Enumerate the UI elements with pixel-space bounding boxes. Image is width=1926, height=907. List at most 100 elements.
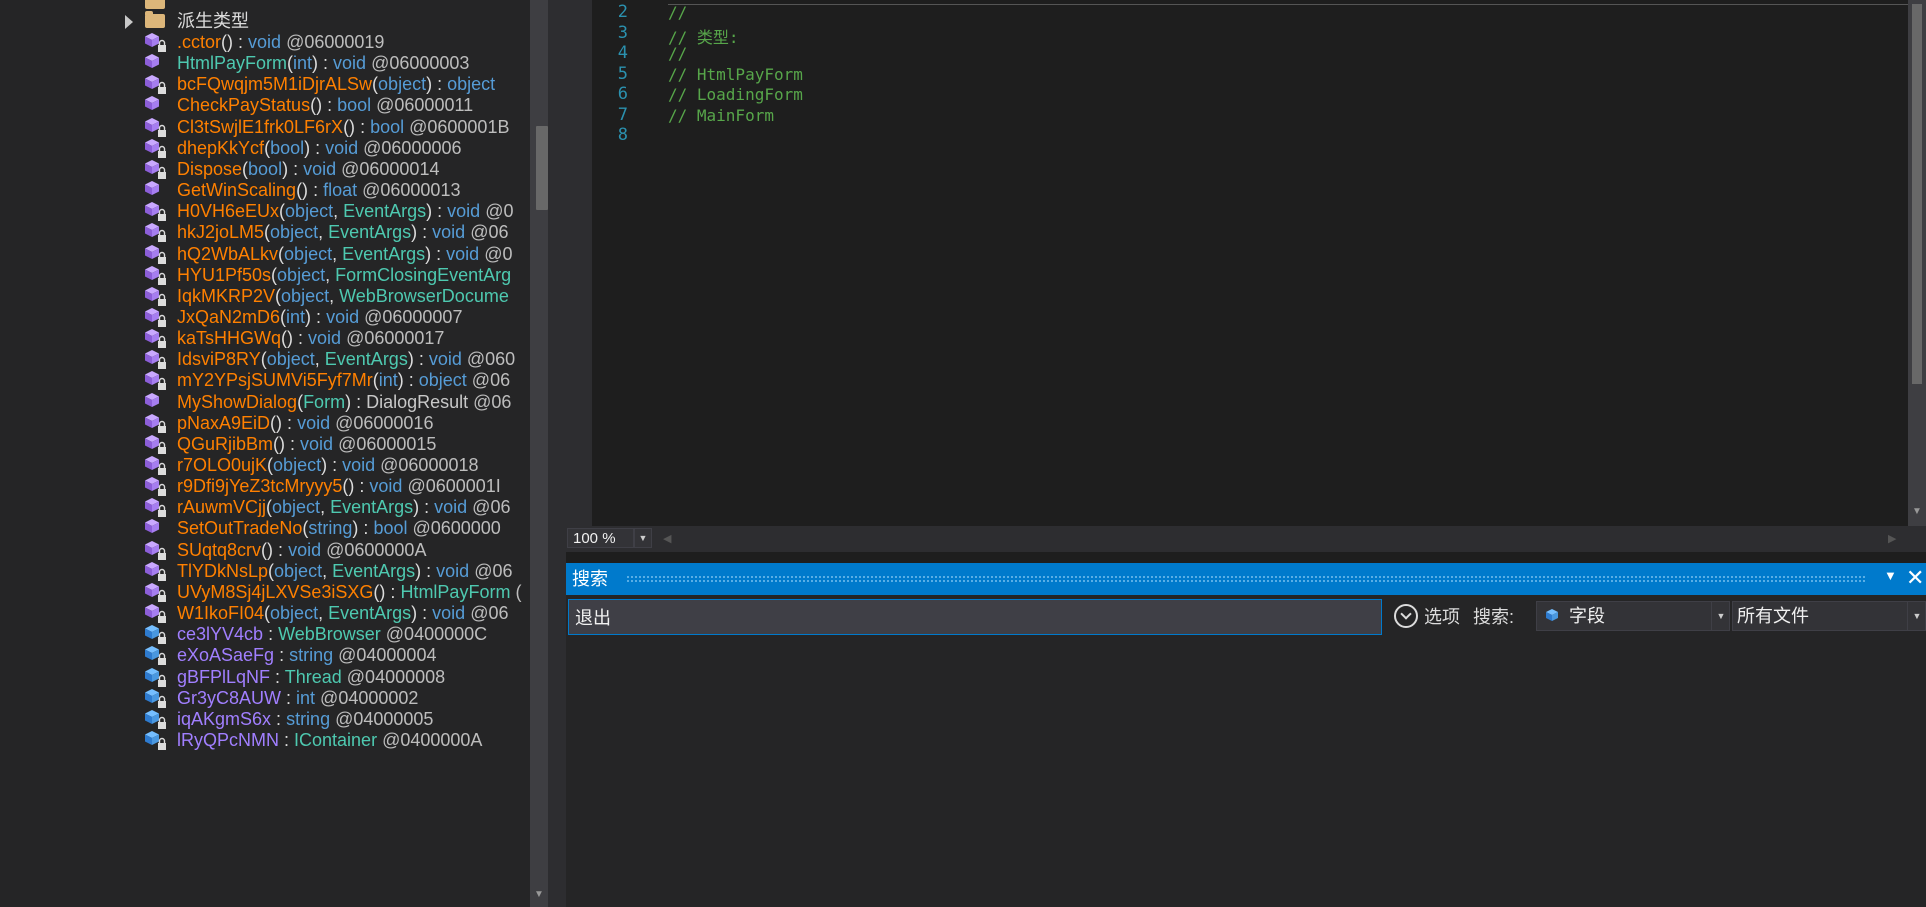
search-kind-select[interactable]: 字段 ▼ bbox=[1536, 601, 1730, 631]
signature-token: () bbox=[343, 116, 356, 137]
member-name: H0VH6eEUx bbox=[177, 201, 280, 222]
signature-token: () bbox=[281, 328, 294, 349]
signature-token: : bbox=[417, 603, 433, 624]
signature-token: , bbox=[332, 243, 343, 264]
member-name: r9Dfi9jYeZ3tcMryyy5 bbox=[177, 476, 343, 497]
signature-token: @06000019 bbox=[281, 32, 385, 52]
signature-token: @06000013 bbox=[357, 180, 461, 201]
member-name: Gr3yC8AUW bbox=[177, 687, 282, 708]
code-comment-line[interactable]: // bbox=[668, 44, 687, 63]
signature-token: : bbox=[417, 222, 433, 243]
signature-token: @06 bbox=[465, 222, 509, 243]
signature-token: @06 bbox=[468, 391, 512, 412]
zoom-level[interactable]: 100 % bbox=[567, 528, 634, 548]
signature-token: object bbox=[418, 370, 467, 391]
scroll-right-icon[interactable]: ▶ bbox=[1888, 532, 1896, 545]
assembly-tree[interactable]: 派生类型 .cctor() : void @06000019 HtmlPayFor… bbox=[0, 0, 533, 907]
signature-token: FormClosingEventArg bbox=[335, 264, 512, 285]
signature-token: , bbox=[318, 603, 329, 624]
member-name: gBFPlLqNF bbox=[177, 666, 271, 687]
signature-token: @06000015 bbox=[333, 433, 437, 454]
chevron-down-icon[interactable]: ▼ bbox=[1907, 602, 1926, 630]
expand-arrow-icon[interactable] bbox=[125, 15, 133, 29]
search-scope-select[interactable]: 所有文件 ▼ bbox=[1732, 601, 1926, 631]
signature-token: : bbox=[432, 74, 448, 95]
signature-token: : bbox=[308, 180, 324, 201]
blue-cube-icon bbox=[144, 730, 168, 752]
signature-token: object bbox=[285, 201, 334, 222]
editor-scrollbar-thumb[interactable] bbox=[1912, 4, 1922, 384]
signature-token: @0600000 bbox=[407, 518, 501, 539]
search-panel: 搜索 ▼ ✕ 选项 搜索: 字段 ▼ 所有文件 ▼ bbox=[566, 563, 1926, 907]
signature-token: object bbox=[274, 560, 323, 581]
dropdown-arrow-icon[interactable]: ▼ bbox=[1884, 568, 1897, 583]
search-results[interactable] bbox=[568, 643, 1924, 907]
signature-token: void bbox=[428, 349, 462, 370]
code-comment-line[interactable]: // HtmlPayForm bbox=[668, 65, 803, 84]
signature-token: int bbox=[286, 306, 306, 327]
signature-token: bool bbox=[373, 518, 408, 539]
signature-token: @0600001I bbox=[402, 476, 501, 497]
signature-token: void bbox=[303, 158, 337, 179]
code-comment-line[interactable]: // LoadingForm bbox=[668, 85, 803, 104]
signature-token: ( bbox=[510, 581, 522, 602]
code-comment-line[interactable]: // bbox=[668, 3, 687, 22]
signature-token: () bbox=[296, 180, 309, 201]
signature-token: void bbox=[248, 32, 282, 52]
search-kind-value: 字段 bbox=[1569, 606, 1605, 626]
tree-field-item[interactable]: lRyQPcNMN : IContainer @0400000A bbox=[0, 727, 530, 753]
signature-token: int bbox=[296, 687, 316, 708]
signature-token: , bbox=[320, 497, 331, 518]
member-name: SetOutTradeNo bbox=[177, 518, 303, 539]
signature-token: , bbox=[325, 264, 336, 285]
signature-token: : bbox=[431, 243, 447, 264]
signature-token: @06000014 bbox=[336, 158, 440, 179]
signature-token: () bbox=[273, 433, 286, 454]
signature-token: void bbox=[446, 243, 480, 264]
signature-token: WebBrowser bbox=[278, 624, 381, 645]
chevron-down-icon[interactable]: ▼ bbox=[1711, 602, 1730, 630]
scroll-down-icon[interactable]: ▼ bbox=[531, 889, 547, 903]
member-name: GetWinScaling bbox=[177, 180, 297, 201]
signature-token: () bbox=[221, 32, 234, 52]
code-comment-line[interactable]: // MainForm bbox=[668, 106, 774, 125]
signature-token: () bbox=[261, 539, 274, 560]
signature-token: : bbox=[288, 158, 304, 179]
signature-token: EventArgs bbox=[332, 560, 416, 581]
signature-token: , bbox=[329, 285, 340, 306]
member-name: r7OLO0ujK bbox=[177, 455, 268, 475]
member-name: UVyM8Sj4jLXVSe3iSXG bbox=[177, 581, 374, 602]
signature-token: bool bbox=[248, 158, 283, 179]
signature-token: : bbox=[318, 53, 334, 74]
search-input[interactable] bbox=[568, 599, 1382, 635]
signature-token: string bbox=[308, 518, 353, 539]
member-name: IqkMKRP2V bbox=[177, 285, 276, 306]
code-editor[interactable]: 2//3// 类型: 4//5// HtmlPayForm 6// LoadingF… bbox=[566, 0, 1926, 526]
signature-token: @04000005 bbox=[330, 708, 434, 729]
signature-token: @06000018 bbox=[375, 455, 479, 475]
search-title-bar[interactable]: 搜索 ▼ ✕ bbox=[566, 563, 1926, 595]
signature-token: , bbox=[322, 560, 333, 581]
signature-token: object bbox=[281, 285, 330, 306]
signature-token: : bbox=[293, 328, 309, 349]
line-number: 3 bbox=[617, 22, 628, 43]
signature-token: @0400000C bbox=[380, 624, 488, 645]
member-name: HtmlPayForm bbox=[177, 53, 288, 74]
signature-token: @06000016 bbox=[330, 412, 434, 433]
signature-token: : bbox=[432, 201, 448, 222]
signature-token: EventArgs bbox=[343, 201, 427, 222]
signature-token: object bbox=[270, 222, 319, 243]
signature-token: Thread bbox=[284, 666, 342, 687]
close-icon[interactable]: ✕ bbox=[1906, 565, 1924, 591]
member-name: QGuRjibBm bbox=[177, 433, 274, 454]
signature-token: void bbox=[297, 412, 331, 433]
signature-token: void bbox=[308, 328, 342, 349]
signature-token: Form bbox=[303, 391, 346, 412]
signature-token: @06 bbox=[466, 370, 511, 391]
zoom-dropdown-icon[interactable]: ▼ bbox=[634, 528, 652, 548]
scroll-down-icon[interactable]: ▼ bbox=[1908, 506, 1926, 522]
signature-token: : bbox=[285, 433, 301, 454]
signature-token: : bbox=[419, 497, 435, 518]
scroll-left-icon[interactable]: ◀ bbox=[663, 532, 671, 545]
signature-token: void bbox=[288, 539, 322, 560]
